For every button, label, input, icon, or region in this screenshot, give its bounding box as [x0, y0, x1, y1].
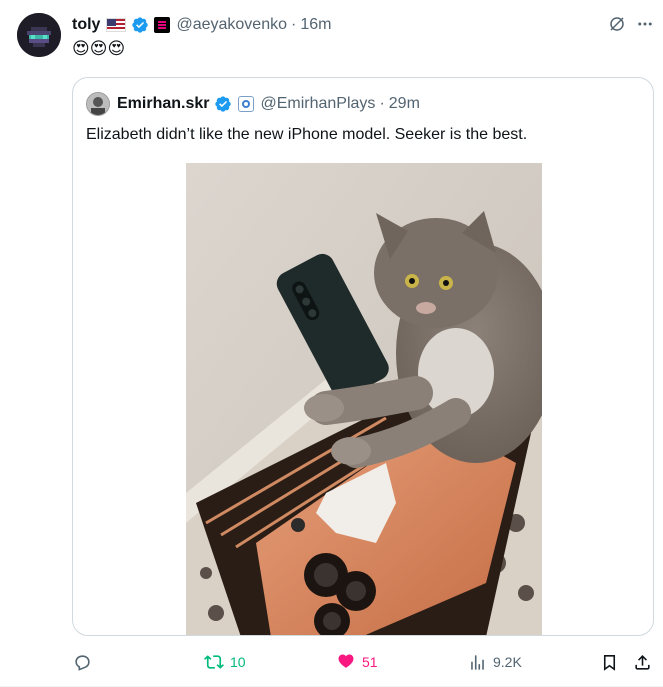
views-button[interactable]: 9.2K: [468, 651, 522, 673]
quoted-author-handle[interactable]: @EmirhanPlays: [260, 95, 375, 113]
like-button[interactable]: 51: [336, 651, 378, 673]
author-avatar[interactable]: [17, 13, 61, 57]
quoted-tweet[interactable]: Emirhan.skr @EmirhanPlays · 29m Elizabet…: [72, 77, 654, 636]
like-count: 51: [362, 654, 378, 670]
tweet-text: 😍😍😍: [72, 39, 126, 58]
like-icon: [338, 654, 354, 668]
retweet-count: 10: [230, 654, 246, 670]
grok-icon[interactable]: [606, 13, 628, 35]
retweet-icon: [204, 655, 224, 669]
affiliate-badge-icon[interactable]: [238, 96, 255, 112]
cat-photo-image: [186, 163, 542, 635]
separator-dot: ·: [290, 16, 297, 33]
affiliate-badge-icon[interactable]: [154, 17, 171, 33]
bookmark-icon: [603, 654, 616, 671]
tweet-time[interactable]: 16m: [300, 16, 331, 34]
author-handle[interactable]: @aeyakovenko: [176, 16, 287, 34]
quoted-text: Elizabeth didn’t like the new iPhone mod…: [86, 126, 528, 143]
author-name[interactable]: toly: [72, 16, 100, 34]
verified-badge-icon[interactable]: [131, 16, 149, 34]
us-flag-icon: [106, 18, 127, 32]
reply-icon: [75, 654, 90, 671]
separator-dot: ·: [379, 95, 385, 112]
bookmark-button[interactable]: [600, 651, 619, 673]
reply-button[interactable]: [73, 651, 98, 673]
quoted-author-name[interactable]: Emirhan.skr: [117, 95, 209, 113]
more-icon[interactable]: [634, 13, 656, 35]
tweet-header: toly @aeyakovenko · 16m: [72, 13, 331, 37]
share-icon: [635, 654, 650, 670]
quoted-photo[interactable]: [186, 163, 542, 635]
quoted-author-avatar[interactable]: [86, 92, 110, 116]
share-button[interactable]: [633, 651, 652, 673]
views-icon: [471, 654, 484, 670]
retweet-button[interactable]: 10: [204, 651, 246, 673]
avatar-image: [17, 13, 61, 57]
view-count: 9.2K: [493, 654, 522, 670]
quoted-header: Emirhan.skr @EmirhanPlays · 29m: [117, 92, 420, 116]
verified-badge-icon[interactable]: [214, 95, 232, 113]
quoted-time[interactable]: 29m: [389, 95, 420, 113]
